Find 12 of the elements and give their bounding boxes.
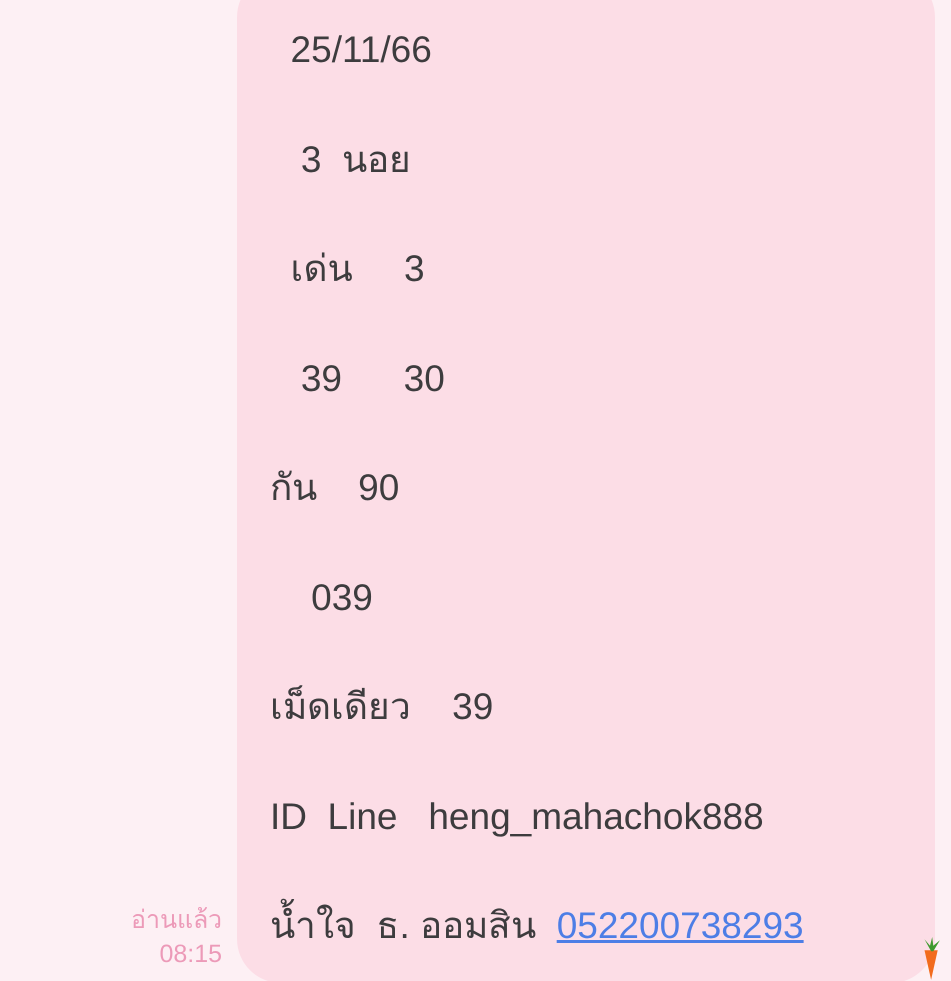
message-time: 08:15 bbox=[159, 939, 222, 970]
message-line: 039 bbox=[310, 576, 373, 620]
message-line: 3 นอย bbox=[300, 138, 411, 182]
message-line: 25/11/66 bbox=[290, 28, 432, 72]
message-line: เด่น 3 bbox=[290, 247, 425, 291]
read-status: อ่านแล้ว bbox=[131, 905, 222, 936]
account-number-link[interactable]: 052200738293 bbox=[556, 871, 804, 980]
message-line: กัน 90 bbox=[270, 466, 400, 510]
message-line: ID Line heng_mahachok888 bbox=[270, 794, 764, 839]
message-line: น้ำใจ ธ. ออมสิน bbox=[270, 871, 557, 980]
message-line: เม็ดเดียว 39 bbox=[270, 684, 494, 729]
message-line: 39 30 bbox=[300, 356, 445, 400]
